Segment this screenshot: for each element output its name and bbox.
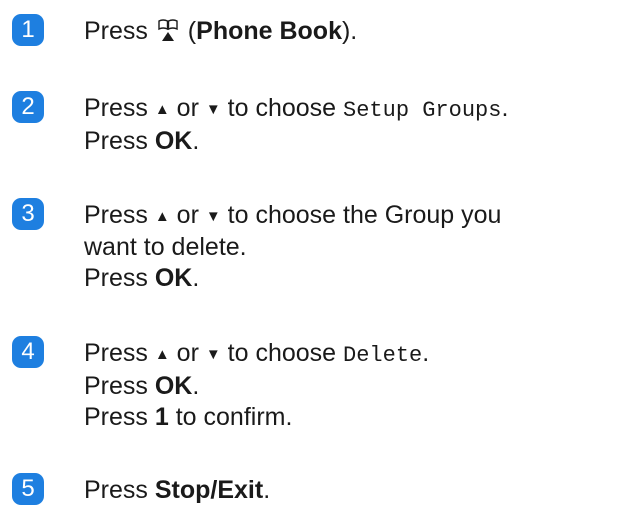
button-name: 1 bbox=[154, 403, 169, 431]
text-segment: . bbox=[192, 372, 200, 400]
step-line: Press 1 to confirm. bbox=[84, 402, 429, 433]
text-segment: Press bbox=[84, 339, 155, 367]
text-segment: to choose bbox=[220, 94, 344, 122]
text-segment: Press bbox=[84, 94, 155, 122]
down-arrow-icon: ▼ bbox=[205, 208, 221, 225]
text-segment: ( bbox=[180, 17, 197, 45]
step-text: Press Stop/Exit. bbox=[84, 475, 270, 506]
step-number-badge: 5 bbox=[12, 473, 44, 505]
text-segment: Press bbox=[84, 17, 155, 45]
step-line: want to delete. bbox=[84, 233, 247, 261]
up-arrow-icon: ▲ bbox=[154, 208, 170, 225]
phone-book-icon bbox=[158, 19, 178, 41]
up-arrow-icon: ▲ bbox=[154, 101, 170, 118]
text-segment: Press bbox=[84, 403, 155, 431]
step-text: Press (Phone Book). bbox=[84, 16, 357, 47]
down-arrow-icon: ▼ bbox=[205, 346, 221, 363]
text-segment: or bbox=[169, 94, 206, 122]
text-segment: ). bbox=[341, 17, 358, 45]
button-name: OK bbox=[154, 264, 193, 292]
step-number-badge: 3 bbox=[12, 198, 44, 230]
step-line: Press OK. bbox=[84, 263, 501, 294]
button-name: Stop/Exit bbox=[154, 476, 264, 504]
text-segment: or bbox=[169, 339, 206, 367]
text-segment: . bbox=[192, 264, 200, 292]
text-segment: to confirm. bbox=[168, 403, 293, 431]
up-arrow-icon: ▲ bbox=[154, 346, 170, 363]
button-name: OK bbox=[154, 127, 193, 155]
step-number-badge: 2 bbox=[12, 91, 44, 123]
text-segment: Press bbox=[84, 127, 155, 155]
text-segment: or bbox=[169, 201, 206, 229]
step-text: Press ▲ or ▼ to choose Setup Groups. Pre… bbox=[84, 93, 508, 157]
step-line: Press ▲ or ▼ to choose Setup Groups. bbox=[84, 93, 508, 126]
text-segment: to choose bbox=[220, 339, 344, 367]
text-segment: . bbox=[501, 94, 509, 122]
text-segment: Press bbox=[84, 476, 155, 504]
step-line: Press (Phone Book). bbox=[84, 16, 357, 47]
step-text: Press ▲ or ▼ to choose Delete. Press OK.… bbox=[84, 338, 429, 433]
button-name: Phone Book bbox=[196, 17, 342, 45]
step-line: Press OK. bbox=[84, 126, 508, 157]
step-line: Press ▲ or ▼ to choose Delete. bbox=[84, 338, 429, 371]
button-name: OK bbox=[154, 372, 193, 400]
step-line: Press Stop/Exit. bbox=[84, 475, 270, 506]
step-number-badge: 1 bbox=[12, 14, 44, 46]
text-segment: Press bbox=[84, 372, 155, 400]
text-segment: Press bbox=[84, 264, 155, 292]
step-text: Press ▲ or ▼ to choose the Group you wan… bbox=[84, 200, 501, 294]
lcd-text: Delete bbox=[343, 343, 423, 368]
text-segment: Press bbox=[84, 201, 155, 229]
text-segment: . bbox=[422, 339, 430, 367]
text-segment: to choose the Group you bbox=[220, 201, 502, 229]
step-line: Press ▲ or ▼ to choose the Group you bbox=[84, 200, 501, 232]
down-arrow-icon: ▼ bbox=[205, 101, 221, 118]
text-segment: . bbox=[192, 127, 200, 155]
step-line: Press OK. bbox=[84, 371, 429, 402]
step-number-badge: 4 bbox=[12, 336, 44, 368]
text-segment: . bbox=[263, 476, 271, 504]
lcd-text: Setup Groups bbox=[343, 98, 502, 123]
